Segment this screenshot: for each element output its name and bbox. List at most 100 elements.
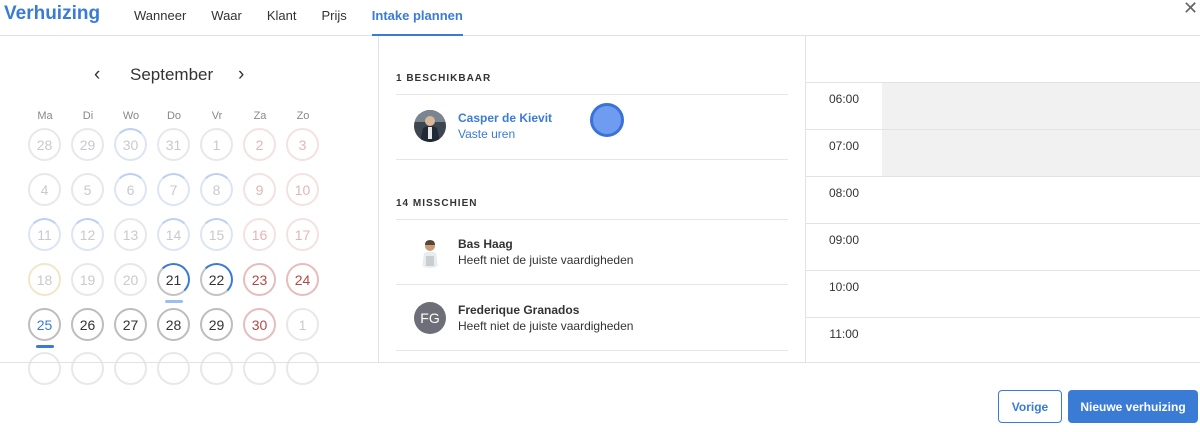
calendar-day[interactable]: 27 <box>114 308 147 341</box>
calendar-day-selected[interactable]: 25 <box>28 308 61 341</box>
calendar-navigation: ‹ September › <box>0 64 356 88</box>
blocked-slot <box>882 83 1200 129</box>
calendar-day[interactable]: 6 <box>114 173 147 206</box>
column-divider <box>378 36 379 362</box>
calendar-day[interactable]: 16 <box>243 218 276 251</box>
footer-divider <box>0 362 1200 363</box>
calendar-day[interactable]: 30 <box>243 308 276 341</box>
close-icon[interactable]: ✕ <box>1183 0 1198 19</box>
time-label: 10:00 <box>828 280 860 294</box>
calendar-day[interactable]: 24 <box>286 263 319 296</box>
calendar-day-partial <box>71 352 104 385</box>
time-label: 07:00 <box>828 139 860 153</box>
calendar-day-partial <box>28 352 61 385</box>
calendar-day[interactable]: 8 <box>200 173 233 206</box>
calendar-day[interactable]: 1 <box>286 308 319 341</box>
calendar-day[interactable]: 14 <box>157 218 190 251</box>
tab-bar: Wanneer Waar Klant Prijs Intake plannen <box>134 0 488 36</box>
time-slot[interactable]: 11:00 <box>806 317 1200 364</box>
chevron-left-icon[interactable]: ‹ <box>94 64 100 86</box>
divider <box>396 350 788 351</box>
maybe-section-title: 14 MISSCHIEN <box>396 198 478 209</box>
tab-klant[interactable]: Klant <box>267 0 297 36</box>
divider <box>396 159 788 160</box>
time-slot[interactable]: 10:00 <box>806 270 1200 317</box>
tab-waar[interactable]: Waar <box>211 0 242 36</box>
calendar-day[interactable]: 12 <box>71 218 104 251</box>
list-item-frederique-granados[interactable]: FG Frederique Granados Heeft niet de jui… <box>414 298 788 338</box>
calendar-day-partial <box>243 352 276 385</box>
time-slot[interactable]: 06:00 <box>806 82 1200 129</box>
calendar-day[interactable]: 11 <box>28 218 61 251</box>
calendar-day[interactable]: 3 <box>286 128 319 161</box>
calendar-day[interactable]: 15 <box>200 218 233 251</box>
calendar-day[interactable]: 19 <box>71 263 104 296</box>
calendar-day[interactable]: 18 <box>28 263 61 296</box>
drag-handle[interactable] <box>590 103 624 137</box>
calendar-day[interactable]: 22 <box>200 263 233 296</box>
day-indicator <box>36 345 54 348</box>
calendar-day[interactable]: 5 <box>71 173 104 206</box>
blocked-slot <box>882 130 1200 176</box>
calendar-day[interactable]: 28 <box>157 308 190 341</box>
person-name: Frederique Granados <box>458 303 580 317</box>
time-label: 11:00 <box>829 327 859 341</box>
time-slot[interactable]: 08:00 <box>806 176 1200 223</box>
open-slot <box>882 177 1200 223</box>
calendar-day[interactable]: 30 <box>114 128 147 161</box>
calendar-day[interactable]: 29 <box>200 308 233 341</box>
calendar-day[interactable]: 4 <box>28 173 61 206</box>
calendar-day[interactable]: 10 <box>286 173 319 206</box>
time-slot[interactable]: 09:00 <box>806 223 1200 270</box>
weekday-label: Vr <box>211 110 223 122</box>
weekday-label: Ma <box>37 110 53 122</box>
time-slot[interactable]: 07:00 <box>806 129 1200 176</box>
time-label: 09:00 <box>828 233 860 247</box>
calendar-day[interactable]: 13 <box>114 218 147 251</box>
calendar-day[interactable]: 20 <box>114 263 147 296</box>
day-schedule: 06:00 07:00 08:00 09:00 10:00 11:00 <box>806 36 1200 362</box>
open-slot <box>882 224 1200 270</box>
calendar-day-partial <box>157 352 190 385</box>
calendar-day-partial <box>286 352 319 385</box>
calendar-month: September <box>130 65 214 84</box>
weekday-label: Do <box>166 110 182 122</box>
calendar-day[interactable]: 2 <box>243 128 276 161</box>
open-slot <box>882 318 1200 364</box>
calendar-day[interactable]: 1 <box>200 128 233 161</box>
weekday-label: Za <box>253 110 267 122</box>
back-button[interactable]: Vorige <box>998 390 1062 423</box>
tab-wanneer[interactable]: Wanneer <box>134 0 186 36</box>
calendar-day[interactable]: 31 <box>157 128 190 161</box>
calendar-day[interactable]: 23 <box>243 263 276 296</box>
time-label: 06:00 <box>828 92 860 106</box>
divider <box>396 284 788 285</box>
calendar-day[interactable]: 7 <box>157 173 190 206</box>
person-status: Heeft niet de juiste vaardigheden <box>458 253 634 267</box>
tab-prijs[interactable]: Prijs <box>322 0 347 36</box>
tab-intake-plannen[interactable]: Intake plannen <box>371 0 463 36</box>
calendar-day[interactable]: 21 <box>157 263 190 296</box>
divider <box>396 219 788 220</box>
available-section-title: 1 BESCHIKBAAR <box>396 73 492 84</box>
calendar-day[interactable]: 26 <box>71 308 104 341</box>
divider <box>396 94 788 95</box>
person-name: Bas Haag <box>458 237 513 251</box>
new-move-button[interactable]: Nieuwe verhuizing <box>1068 390 1198 423</box>
time-label: 08:00 <box>828 186 860 200</box>
list-item-bas-haag[interactable]: Bas Haag Heeft niet de juiste vaardighed… <box>414 232 788 272</box>
day-indicator <box>165 300 183 303</box>
calendar-day[interactable]: 29 <box>71 128 104 161</box>
calendar-day[interactable]: 28 <box>28 128 61 161</box>
calendar-day[interactable]: 17 <box>286 218 319 251</box>
calendar-day-partial <box>114 352 147 385</box>
weekday-label: Di <box>82 110 94 122</box>
avatar <box>414 236 446 268</box>
calendar-day-partial <box>200 352 233 385</box>
chevron-right-icon[interactable]: › <box>238 64 244 86</box>
calendar-day[interactable]: 9 <box>243 173 276 206</box>
avatar <box>414 110 446 142</box>
person-status: Vaste uren <box>458 127 516 141</box>
person-status: Heeft niet de juiste vaardigheden <box>458 319 634 333</box>
person-name: Casper de Kievit <box>458 111 553 125</box>
